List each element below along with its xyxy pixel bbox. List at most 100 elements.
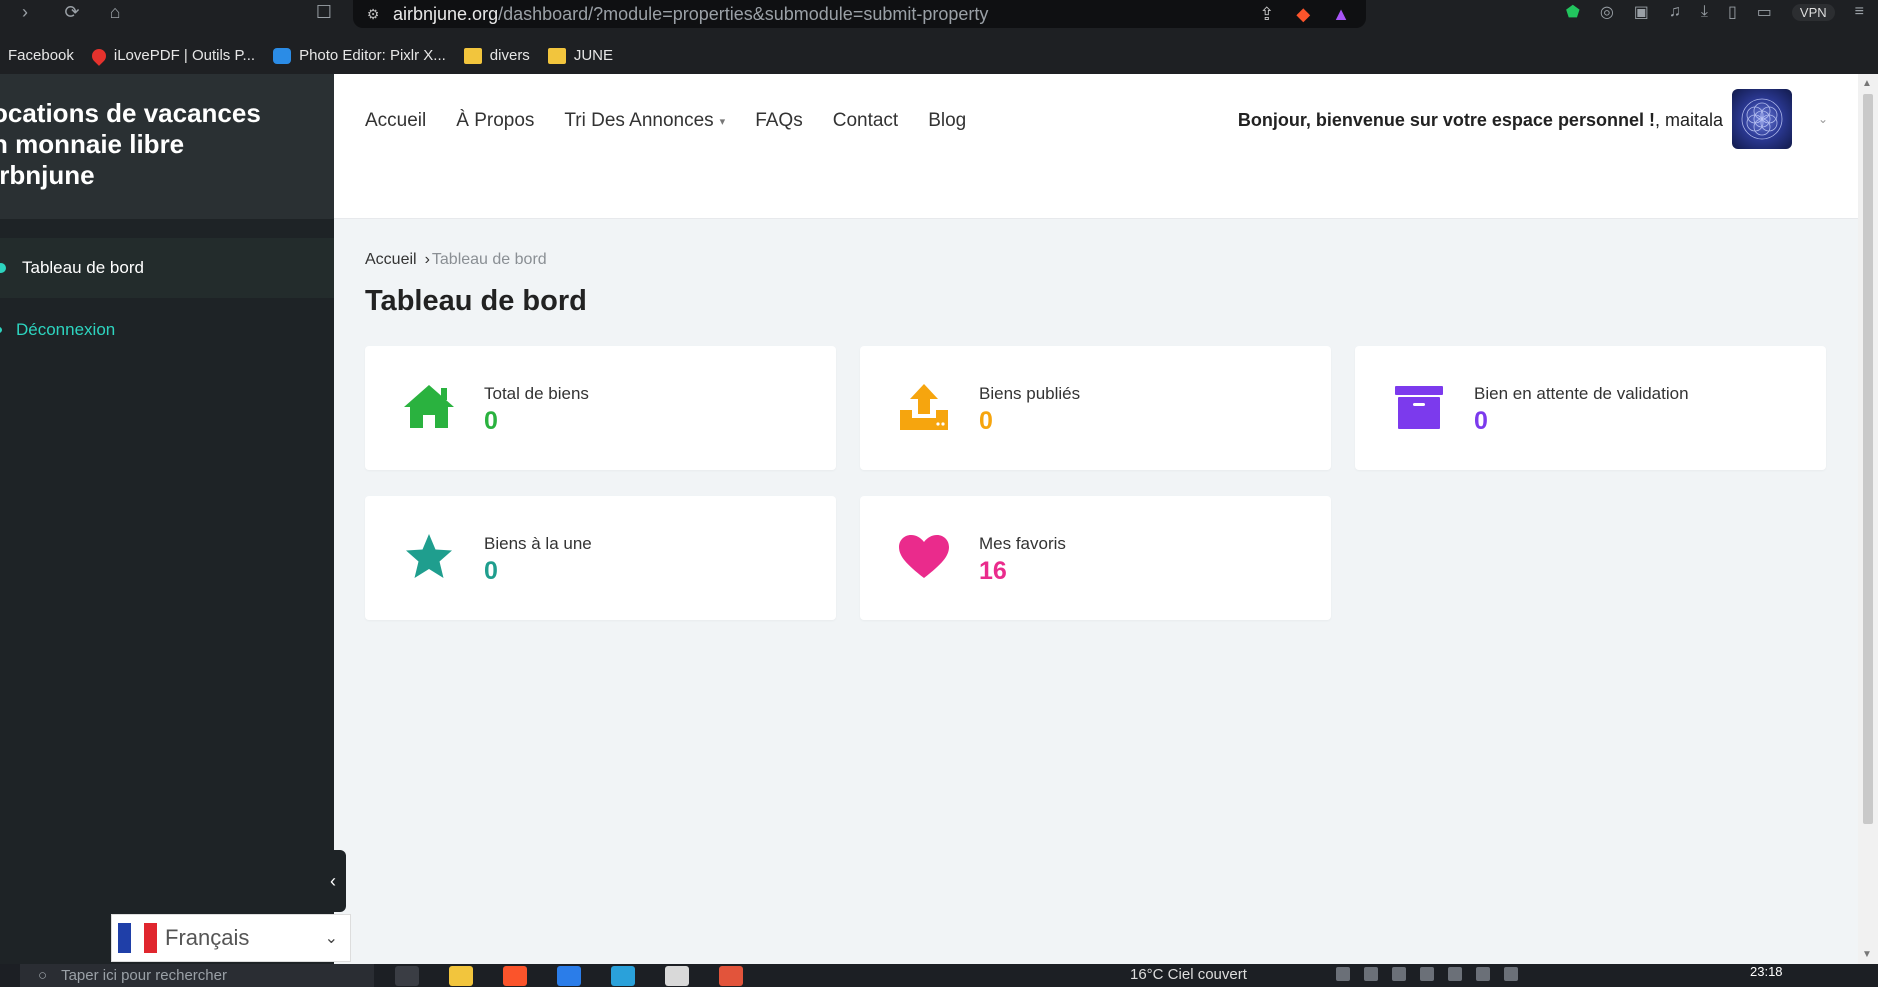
bookmark-folder-divers[interactable]: divers	[463, 47, 530, 64]
tray-icon[interactable]	[1336, 967, 1350, 981]
stat-label: Total de biens	[484, 384, 589, 403]
nav-faqs[interactable]: FAQs	[755, 110, 803, 132]
nav-tri-annonces[interactable]: Tri Des Annonces ▾	[564, 110, 725, 132]
bookmark-label: JUNE	[573, 47, 613, 64]
music-icon[interactable]: ♫	[1669, 3, 1681, 21]
breadcrumb-home[interactable]: Accueil	[365, 251, 417, 268]
french-flag-icon	[118, 923, 157, 953]
taskbar-search-placeholder: Taper ici pour rechercher	[61, 967, 227, 984]
language-select[interactable]: Français ⌄	[111, 914, 351, 962]
bookmark-label: Facebook	[8, 47, 74, 64]
chevron-down-icon: ⌄	[324, 930, 338, 947]
stat-card-published[interactable]: Biens publiés 0	[860, 346, 1331, 470]
nav-accueil[interactable]: Accueil	[365, 110, 426, 132]
stat-value: 16	[979, 557, 1007, 585]
page-scrollbar[interactable]: ▲ ▼	[1858, 74, 1878, 964]
bookmark-icon[interactable]: ☐	[309, 0, 339, 24]
file-explorer-icon[interactable]	[449, 966, 473, 986]
stat-card-favorites[interactable]: Mes favoris 16	[860, 496, 1331, 620]
sidebar-toggle-icon[interactable]: ▯	[1728, 2, 1737, 22]
tray-icon[interactable]	[1392, 967, 1406, 981]
sidebar-item-dashboard[interactable]: Tableau de bord	[0, 238, 334, 298]
home-browser-icon[interactable]: ⌂	[100, 0, 130, 24]
greeting-text: Bonjour, bienvenue sur votre espace pers…	[1237, 110, 1655, 130]
stat-value: 0	[484, 407, 498, 435]
user-menu-chevron-icon[interactable]: ⌄	[1818, 112, 1828, 126]
tray-icon[interactable]	[1476, 967, 1490, 981]
vpn-button[interactable]: VPN	[1791, 3, 1835, 21]
tray-icon[interactable]	[1504, 967, 1518, 981]
stat-card-featured[interactable]: Biens à la une 0	[365, 496, 836, 620]
sidebar-collapse-button[interactable]: ‹	[320, 850, 346, 912]
sidebar-item-label: Déconnexion	[16, 320, 116, 339]
chrome-icon[interactable]	[665, 966, 689, 986]
breadcrumb-current: Tableau de bord	[431, 251, 547, 268]
scroll-down-icon[interactable]: ▼	[1862, 949, 1872, 960]
nav-contact[interactable]: Contact	[833, 110, 898, 132]
heart-icon	[899, 535, 949, 578]
site-brand[interactable]: ocations de vacances n monnaie libre irb…	[0, 74, 334, 219]
stat-value: 0	[484, 557, 498, 585]
breadcrumb: Accueil › Tableau de bord	[365, 251, 547, 269]
brand-line: n monnaie libre	[0, 129, 185, 159]
bookmark-facebook[interactable]: Facebook	[8, 47, 74, 64]
puzzle-icon[interactable]: ▣	[1634, 2, 1649, 22]
nav-a-propos[interactable]: À Propos	[456, 110, 534, 132]
stat-label: Bien en attente de validation	[1474, 384, 1689, 403]
bookmark-ilovepdf[interactable]: iLovePDF | Outils P...	[88, 45, 256, 66]
username: , maitala	[1654, 110, 1723, 130]
nav-label: Accueil	[365, 110, 427, 131]
nav-blog[interactable]: Blog	[928, 110, 966, 132]
reload-icon[interactable]: ⟳	[57, 0, 87, 24]
stat-label: Biens publiés	[979, 384, 1081, 403]
bookmark-label: iLovePDF | Outils P...	[113, 47, 256, 64]
sidebar-item-logout[interactable]: Déconnexion	[0, 300, 334, 360]
nav-label: FAQs	[755, 110, 803, 131]
brave-shield-icon[interactable]: ◆	[1296, 4, 1310, 25]
forward-icon[interactable]: ›	[10, 0, 40, 24]
menu-icon[interactable]: ≡	[1855, 3, 1864, 21]
breadcrumb-separator: ›	[424, 251, 430, 268]
tray-icon[interactable]	[1364, 967, 1378, 981]
scroll-up-icon[interactable]: ▲	[1862, 78, 1872, 89]
thunderbird-icon[interactable]	[557, 966, 581, 986]
bookmarks-bar: Facebook iLovePDF | Outils P... Photo Ed…	[0, 37, 1878, 74]
search-icon: ○	[38, 967, 48, 984]
address-bar[interactable]: ⚙ airbnjune.org /dashboard/?module=prope…	[353, 0, 1366, 28]
share-icon[interactable]: ⇪	[1259, 4, 1274, 25]
shield-extension-icon[interactable]: ⬟	[1566, 2, 1580, 22]
app-icon[interactable]	[719, 966, 743, 986]
sidebar-item-label: Tableau de bord	[22, 258, 144, 277]
sidebar: ocations de vacances n monnaie libre irb…	[0, 74, 334, 964]
avatar[interactable]	[1732, 89, 1792, 149]
url-domain: airbnjune.org	[393, 3, 499, 24]
tray-icon[interactable]	[1448, 967, 1462, 981]
bookmark-pixlr[interactable]: Photo Editor: Pixlr X...	[273, 47, 446, 64]
wallet-icon[interactable]: ▭	[1757, 2, 1772, 22]
clock[interactable]: 23:18	[1750, 964, 1783, 979]
stat-card-total[interactable]: Total de biens 0	[365, 346, 836, 470]
chevron-down-icon: ▾	[719, 115, 726, 128]
stat-card-pending[interactable]: Bien en attente de validation 0	[1355, 346, 1826, 470]
stat-value: 0	[979, 407, 993, 435]
bookmark-label: Photo Editor: Pixlr X...	[299, 47, 446, 64]
weather-widget[interactable]: 16°C Ciel couvert	[1130, 966, 1247, 983]
site-info-icon[interactable]: ⚙	[353, 6, 393, 23]
nav-label: Contact	[832, 110, 899, 131]
ilovepdf-icon	[88, 45, 109, 66]
extension-icon[interactable]: ◎	[1600, 2, 1614, 22]
pixlr-icon	[273, 47, 292, 64]
brave-rewards-icon[interactable]: ▲	[1332, 4, 1350, 25]
system-tray	[1336, 967, 1518, 981]
page-title: Tableau de bord	[365, 285, 587, 317]
scroll-thumb[interactable]	[1863, 94, 1873, 824]
taskbar-search[interactable]: ○ Taper ici pour rechercher	[20, 964, 374, 987]
brave-icon[interactable]	[503, 966, 527, 986]
telegram-icon[interactable]	[611, 966, 635, 986]
tray-icon[interactable]	[1420, 967, 1434, 981]
task-view-icon[interactable]	[395, 966, 419, 986]
main-nav: Accueil À Propos Tri Des Annonces ▾ FAQs …	[365, 110, 966, 132]
download-icon[interactable]: ⤓	[1701, 3, 1708, 21]
brand-line: irbnjune	[0, 160, 95, 190]
bookmark-folder-june[interactable]: JUNE	[547, 47, 613, 64]
